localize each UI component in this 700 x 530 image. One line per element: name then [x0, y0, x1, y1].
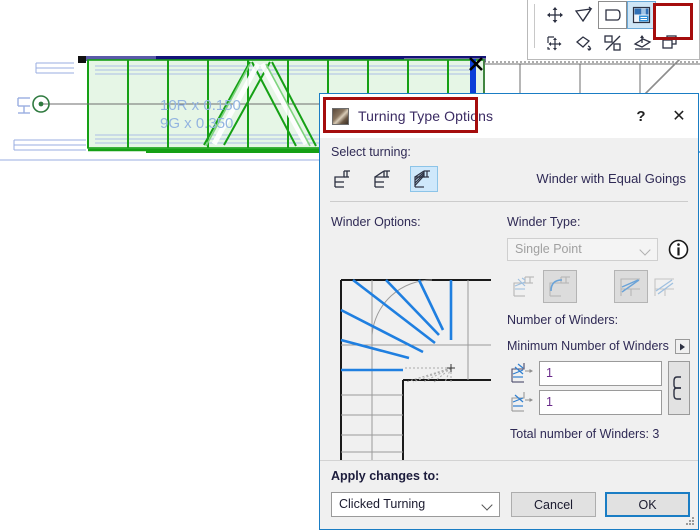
minimum-number-row: Minimum Number of Winders [507, 339, 690, 355]
multiply-icon[interactable] [656, 29, 685, 57]
stretch-icon[interactable] [569, 1, 598, 29]
resize-icon[interactable] [598, 29, 627, 57]
divider [330, 201, 688, 202]
dialog-footer: Apply changes to: Clicked Turning Cancel… [320, 460, 698, 529]
number-of-winders-label: Number of Winders: [507, 313, 619, 327]
minimum-number-label: Minimum Number of Winders [507, 339, 669, 353]
turning-type-winder-equal[interactable] [410, 166, 438, 192]
winder-curve-straight-icon[interactable] [614, 270, 648, 303]
winder-row-upper: 1 [507, 361, 690, 387]
selected-turning-name: Winder with Equal Goings [536, 171, 686, 186]
mirror-icon[interactable] [627, 29, 656, 57]
turning-type-options-dialog[interactable]: Turning Type Options ? ✕ Select turning: [319, 93, 699, 530]
toolbar-row-2 [540, 29, 685, 57]
expand-arrow-icon[interactable] [675, 339, 690, 354]
cad-label-risers: 10R x 0.150 [160, 97, 241, 114]
winder-row-lower: 1 [507, 390, 690, 416]
move-icon[interactable] [540, 1, 569, 29]
app-icon [332, 107, 349, 125]
ok-button[interactable]: OK [605, 492, 690, 517]
winder-shape-multi-point-icon[interactable] [507, 270, 541, 303]
winder-preview-diagram [331, 240, 491, 485]
turning-type-landing[interactable] [330, 166, 358, 192]
chevron-down-icon [639, 244, 651, 256]
apply-scope-select[interactable]: Clicked Turning [331, 492, 500, 517]
winder-count-lower-icon [510, 391, 536, 415]
min-winders-upper-input[interactable]: 1 [539, 390, 662, 415]
drag-multiple-icon[interactable] [540, 29, 569, 57]
cancel-button[interactable]: Cancel [511, 492, 596, 517]
winder-options-label: Winder Options: [331, 215, 421, 229]
winder-curve-arc-icon[interactable] [648, 270, 682, 303]
turning-type-selector[interactable] [330, 166, 438, 192]
toolbar-row-1 [540, 1, 685, 29]
total-winders-label: Total number of Winders: 3 [510, 427, 660, 441]
winder-type-select[interactable]: Single Point [507, 238, 658, 261]
dialog-titlebar: Turning Type Options ? ✕ [320, 94, 698, 138]
chevron-down-icon [481, 499, 493, 511]
select-turning-label: Select turning: [331, 145, 411, 159]
winder-shape-icons[interactable] [507, 270, 690, 304]
apply-scope-value: Clicked Turning [339, 497, 426, 511]
min-winders-lower-input[interactable]: 1 [539, 361, 662, 386]
winder-type-value: Single Point [515, 242, 582, 256]
apply-changes-label: Apply changes to: [331, 469, 440, 483]
info-icon[interactable] [667, 238, 690, 261]
close-icon[interactable]: ✕ [660, 101, 698, 131]
turning-type-winder-divided[interactable] [370, 166, 398, 192]
edit-toolbar[interactable] [527, 0, 700, 60]
winder-type-label: Winder Type: [507, 215, 581, 229]
toolbar-separator [534, 4, 535, 48]
dialog-body: Select turning: Winder with Equal Goings… [320, 138, 698, 485]
cad-label-goings: 9G x 0.350 [160, 115, 233, 132]
link-icon[interactable] [668, 361, 690, 415]
stair-edit-icon[interactable] [627, 1, 656, 29]
rotate-icon[interactable] [569, 29, 598, 57]
winder-count-upper-icon [510, 362, 536, 386]
winder-shape-single-point-icon[interactable] [543, 270, 577, 303]
resize-grip[interactable] [686, 517, 695, 526]
offset-icon[interactable] [598, 1, 627, 29]
help-button[interactable]: ? [622, 101, 660, 131]
dialog-title: Turning Type Options [358, 108, 494, 124]
